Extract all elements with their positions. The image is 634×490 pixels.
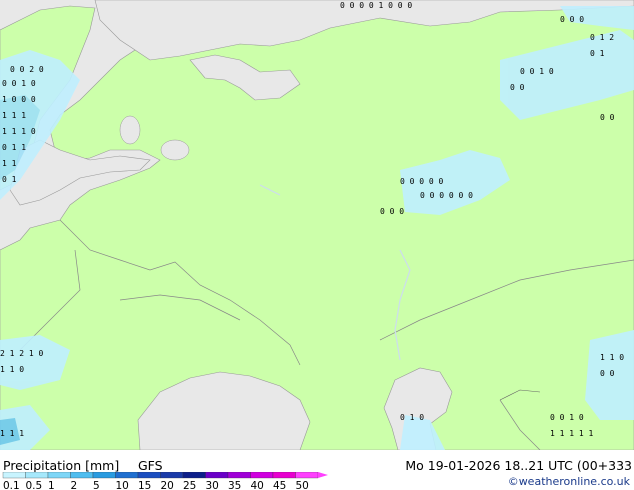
svg-text:0 0 1 0: 0 0 1 0	[550, 413, 584, 422]
model-name: GFS	[138, 458, 163, 473]
svg-text:1 1: 1 1	[2, 159, 17, 168]
svg-text:0 0 0 0 1 0 0 0: 0 0 0 0 1 0 0 0	[340, 1, 412, 10]
svg-text:0 0 0: 0 0 0	[560, 15, 584, 24]
svg-text:1 1 1 1 1: 1 1 1 1 1	[550, 429, 594, 438]
scale-swatch	[137, 472, 161, 479]
scale-label: 25	[183, 480, 196, 490]
svg-text:0 0 0 0 0 0: 0 0 0 0 0 0	[420, 191, 473, 200]
svg-text:1 1 0: 1 1 0	[600, 353, 624, 362]
svg-text:0 0: 0 0	[600, 113, 615, 122]
scale-swatch	[227, 472, 251, 479]
scale-swatch	[2, 472, 26, 479]
scale-label: 5	[93, 480, 100, 490]
svg-text:1 0 0 0: 1 0 0 0	[2, 95, 36, 104]
scale-swatch	[92, 472, 116, 479]
svg-text:1 1 1: 1 1 1	[0, 429, 24, 438]
svg-text:0 0 1 0: 0 0 1 0	[2, 79, 36, 88]
scale-label: 1	[48, 480, 55, 490]
footer-bar: Precipitation [mm] GFS Mo 19-01-2026 18.…	[0, 450, 634, 490]
precipitation-map-view: 0 0 2 0 0 0 1 0 1 0 0 0 1 1 1 1 1 1 0 0 …	[0, 0, 634, 490]
scale-label: 50	[296, 480, 309, 490]
scale-swatch	[295, 472, 319, 479]
svg-text:0 1 1: 0 1 1	[2, 143, 26, 152]
scale-swatch	[272, 472, 296, 479]
lake-onega	[160, 139, 190, 161]
scale-swatch	[182, 472, 206, 479]
scale-label: 15	[138, 480, 151, 490]
scale-swatch	[47, 472, 71, 479]
svg-text:0 1 2: 0 1 2	[590, 33, 614, 42]
svg-text:0 1 0: 0 1 0	[400, 413, 424, 422]
scale-label: 40	[251, 480, 264, 490]
svg-text:0 0: 0 0	[510, 83, 525, 92]
scale-swatch	[25, 472, 49, 479]
scale-label: 10	[116, 480, 129, 490]
scale-label: 35	[228, 480, 241, 490]
lake-ladoga	[119, 115, 141, 145]
svg-text:2 1 2 1 0: 2 1 2 1 0	[0, 349, 44, 358]
svg-text:0 0 2 0: 0 0 2 0	[10, 65, 44, 74]
svg-text:1 1 0: 1 1 0	[0, 365, 24, 374]
scale-label: 0.1	[3, 480, 20, 490]
svg-text:1 1 1: 1 1 1	[2, 111, 26, 120]
scale-swatch	[115, 472, 139, 479]
scale-arrow	[318, 472, 328, 478]
svg-text:0 1: 0 1	[2, 175, 17, 184]
scale-label: 20	[161, 480, 174, 490]
legend-title: Precipitation [mm]	[3, 458, 120, 473]
scale-label: 2	[71, 480, 78, 490]
color-scale: 0.1 0.5 1 2 5 10 15 20 25 30 35 40 45 50	[2, 472, 328, 490]
map-canvas: 0 0 2 0 0 0 1 0 1 0 0 0 1 1 1 1 1 1 0 0 …	[0, 0, 634, 450]
site-credit: ©weatheronline.co.uk	[507, 475, 630, 488]
scale-swatch	[70, 472, 94, 479]
valid-time: Mo 19-01-2026 18..21 UTC (00+333	[405, 458, 632, 473]
scale-label: 45	[273, 480, 286, 490]
svg-text:0 0: 0 0	[600, 369, 615, 378]
scale-swatch	[250, 472, 274, 479]
svg-text:0 0 1 0: 0 0 1 0	[520, 67, 554, 76]
svg-text:1 1 1 0: 1 1 1 0	[2, 127, 36, 136]
scale-label: 0.5	[26, 480, 43, 490]
scale-swatch	[205, 472, 229, 479]
svg-text:0 0 0: 0 0 0	[380, 207, 404, 216]
scale-label: 30	[206, 480, 219, 490]
svg-text:0 1: 0 1	[590, 49, 605, 58]
scale-swatch	[160, 472, 184, 479]
svg-text:0 0 0 0 0: 0 0 0 0 0	[400, 177, 444, 186]
